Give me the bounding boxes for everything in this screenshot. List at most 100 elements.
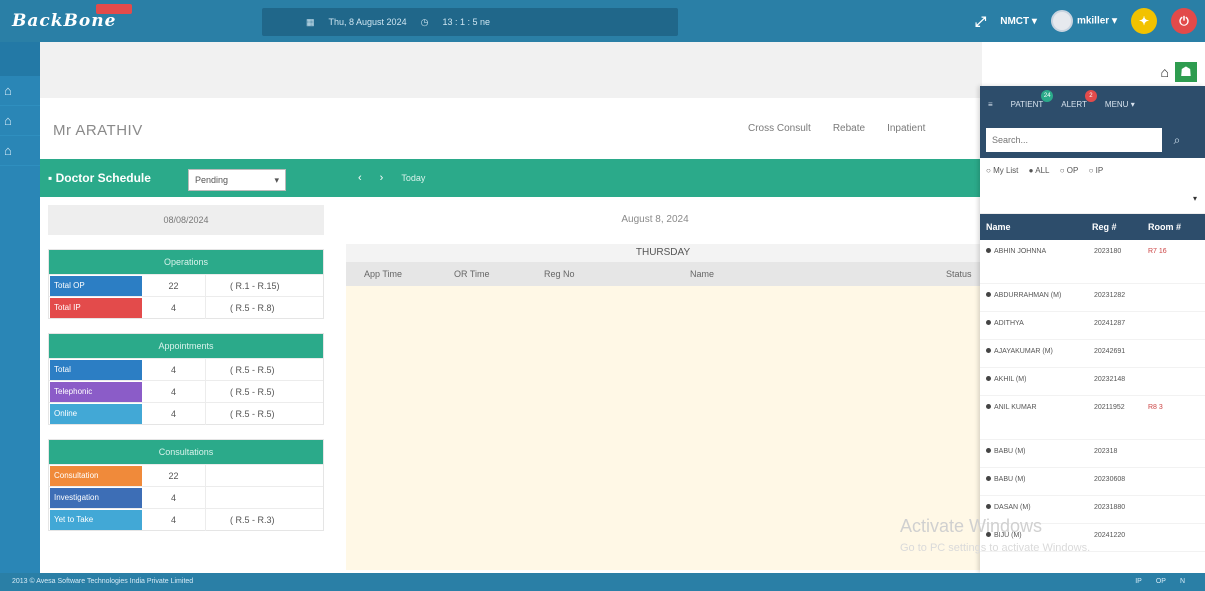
user-menu[interactable]: mkiller ▾	[1050, 10, 1117, 32]
patient-room	[1148, 524, 1198, 551]
home-icon: ⌂	[4, 83, 12, 98]
schedule-title: ▪ Doctor Schedule	[48, 171, 151, 185]
footer-link-n[interactable]: N	[1180, 573, 1185, 591]
stat-count: 4	[142, 508, 206, 531]
patient-room	[1148, 468, 1198, 495]
prev-date-button[interactable]: ‹	[358, 172, 362, 184]
date-navigation: ‹ › Today	[358, 172, 425, 184]
patient-panel: ≡ PATIENT24 ALERT2 MENU ▾ ⌕ ○ My List ● …	[980, 86, 1205, 573]
tab-patient[interactable]: PATIENT 24	[1011, 89, 1054, 109]
next-date-button[interactable]: ›	[380, 172, 384, 184]
schedule-title-text: Doctor Schedule	[55, 171, 151, 185]
stat-range: ( R.5 - R.5)	[230, 364, 275, 375]
expand-icon[interactable]: ⤢	[975, 13, 986, 30]
patient-name-text: ANIL KUMAR	[994, 404, 1037, 411]
watermark-title: Activate Windows	[900, 516, 1043, 536]
status-select[interactable]: Pending ▾	[188, 169, 286, 191]
sidebar-toggle[interactable]	[0, 42, 40, 76]
patient-name-text: ABHIN JOHNNA	[994, 248, 1047, 255]
patient-room	[1148, 340, 1198, 367]
stat-count: 4	[142, 486, 206, 509]
notification-button[interactable]: ✦	[1131, 8, 1157, 34]
footer-link-op[interactable]: OP	[1156, 573, 1166, 591]
stat-row[interactable]: Online 4 ( R.5 - R.5)	[49, 402, 323, 425]
home-icon[interactable]: ⌂	[1161, 64, 1169, 80]
chevron-down-icon[interactable]: ▾	[1193, 194, 1197, 203]
patient-search: ⌕	[980, 122, 1205, 158]
stat-label: Consultation	[50, 465, 142, 486]
patient-row[interactable]: AKHIL (M) 20232148	[980, 368, 1205, 396]
stat-row[interactable]: Telephonic 4 ( R.5 - R.5)	[49, 380, 323, 403]
stat-count: 22	[142, 464, 206, 487]
patient-row[interactable]: BABU (M) 202318	[980, 440, 1205, 468]
patient-room: R8 3	[1148, 404, 1163, 411]
avatar	[1050, 10, 1073, 32]
col-room[interactable]: Room #	[1148, 222, 1181, 232]
filter-my-list[interactable]: ○ My List	[986, 166, 1018, 175]
patient-row[interactable]: ABDURRAHMAN (M) 20231282	[980, 284, 1205, 312]
patient-row[interactable]: ADITHYA 20241287	[980, 312, 1205, 340]
patient-room: R7 16	[1148, 248, 1167, 255]
panel-menu-icon[interactable]: ≡	[988, 100, 993, 109]
footer-links: IP OP N	[1135, 573, 1185, 591]
link-cross-consult[interactable]: Cross Consult	[748, 123, 811, 134]
patient-room	[1148, 312, 1198, 339]
col-reg-no[interactable]: Reg No	[526, 269, 672, 279]
panel-tabs: ≡ PATIENT 24 ALERT 2 MENU ▾	[980, 86, 1205, 122]
tab-alert[interactable]: ALERT 2	[1061, 89, 1097, 109]
patient-row[interactable]: ANIL KUMAR 20211952 R8 3	[980, 396, 1205, 440]
patient-name: AJAYAKUMAR (M)	[980, 340, 1086, 367]
stat-label: Total IP	[50, 297, 142, 318]
filter-op[interactable]: ○ OP	[1060, 166, 1079, 175]
col-app-time[interactable]: App Time	[346, 269, 436, 279]
footer-copyright: 2013 © Avesa Software Technologies India…	[12, 578, 194, 585]
patient-reg: 20230608	[1094, 476, 1126, 483]
calendar-icon: ▦	[306, 16, 315, 27]
schedule-bar: ▪ Doctor Schedule Pending ▾ ‹ › Today	[40, 159, 980, 197]
stat-range: ( R.5 - R.3)	[230, 514, 275, 525]
stat-row[interactable]: Investigation 4	[49, 486, 323, 509]
date-time-box: ▦ Thu, 8 August 2024 ◷ 13 : 1 : 5 ne	[262, 8, 678, 36]
filter-all[interactable]: ● ALL	[1029, 166, 1050, 175]
status-dot	[986, 320, 991, 325]
col-name[interactable]: Name	[672, 269, 928, 279]
col-status[interactable]: Status	[928, 269, 978, 279]
app-logo[interactable]: BackBone	[0, 0, 132, 42]
user-name: mkiller	[1076, 15, 1110, 27]
alert-count-badge: 2	[1084, 89, 1097, 102]
stat-row[interactable]: Total 4 ( R.5 - R.5)	[49, 358, 323, 381]
patient-name-text: DASAN (M)	[994, 504, 1031, 511]
link-inpatient[interactable]: Inpatient	[887, 123, 925, 134]
patient-row[interactable]: BABU (M) 20230608	[980, 468, 1205, 496]
stat-row[interactable]: Yet to Take 4 ( R.5 - R.3)	[49, 508, 323, 531]
patient-row[interactable]: ABHIN JOHNNA 2023180 R7 16	[980, 240, 1205, 284]
patient-reg: 20241287	[1094, 320, 1126, 327]
power-button[interactable]: ⏻	[1171, 8, 1197, 34]
patient-name-text: ADITHYA	[994, 320, 1024, 327]
tab-menu[interactable]: MENU ▾	[1105, 100, 1135, 109]
stat-row[interactable]: Consultation 22	[49, 464, 323, 487]
sidebar-item-dashboard[interactable]: ⌂	[0, 106, 40, 136]
patient-name: AKHIL (M)	[980, 368, 1086, 395]
footer-link-ip[interactable]: IP	[1135, 573, 1142, 591]
star-icon: ✦	[1138, 14, 1150, 28]
org-dropdown[interactable]: NMCT ▾	[1000, 16, 1037, 27]
col-patient-name[interactable]: Name	[980, 222, 1086, 232]
col-or-time[interactable]: OR Time	[436, 269, 526, 279]
sidebar-item-home[interactable]: ⌂	[0, 76, 40, 106]
status-dot	[986, 448, 991, 453]
search-input[interactable]	[986, 128, 1162, 152]
filter-ip[interactable]: ○ IP	[1089, 166, 1104, 175]
status-dot	[986, 348, 991, 353]
patient-row[interactable]: AJAYAKUMAR (M) 20242691	[980, 340, 1205, 368]
stat-row[interactable]: Total IP 4 ( R.5 - R.8)	[49, 296, 323, 319]
col-reg[interactable]: Reg #	[1086, 222, 1148, 232]
sidebar-item-patients[interactable]: ⌂	[0, 136, 40, 166]
user-icon[interactable]: ☗	[1175, 62, 1197, 82]
search-icon[interactable]: ⌕	[1162, 133, 1192, 148]
home-icon: ⌂	[4, 143, 12, 158]
link-rebate[interactable]: Rebate	[833, 123, 865, 134]
filter-all-label: ALL	[1035, 166, 1050, 175]
stat-row[interactable]: Total OP 22 ( R.1 - R.15)	[49, 274, 323, 297]
today-button[interactable]: Today	[401, 173, 425, 183]
